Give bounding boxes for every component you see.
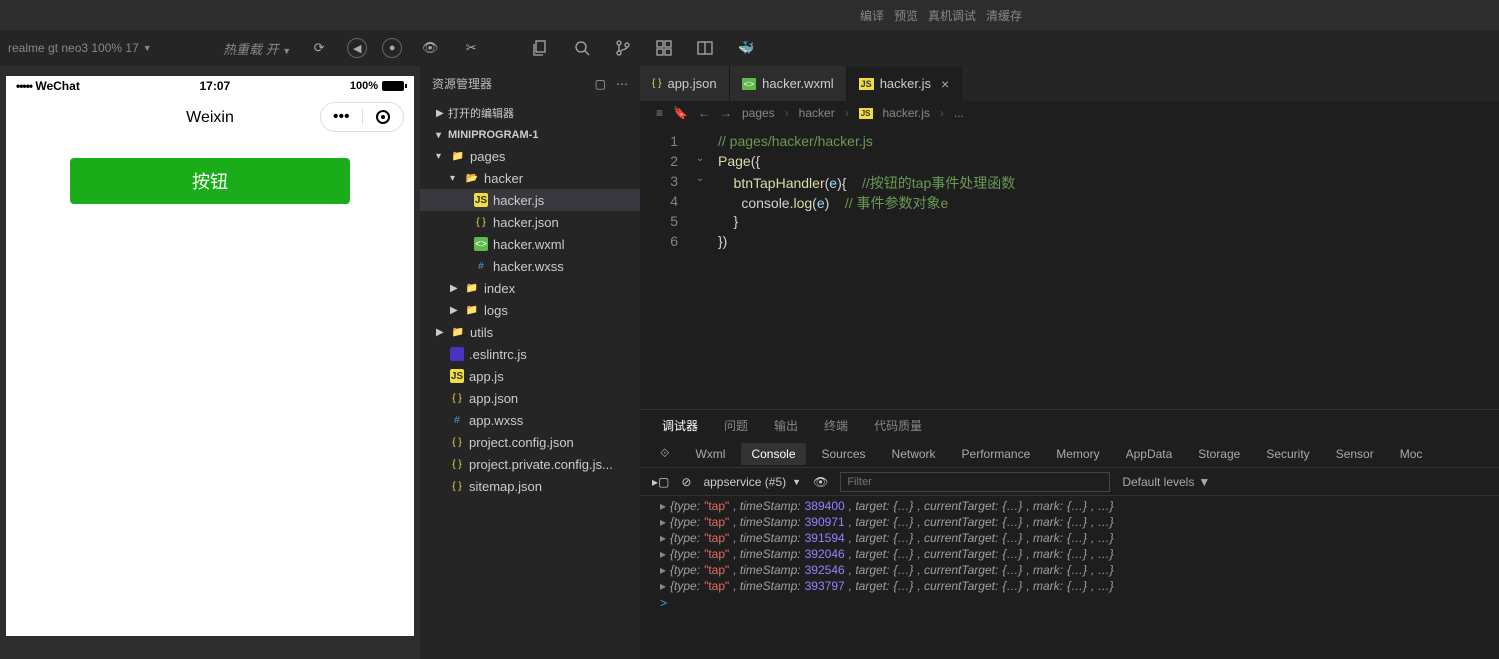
panel-tab-output[interactable]: 输出: [772, 417, 800, 434]
folder-utils[interactable]: ▶📁utils: [420, 321, 640, 343]
devtab-security[interactable]: Security: [1266, 447, 1309, 461]
branch-icon[interactable]: [610, 35, 636, 61]
nav-bar: Weixin •••: [6, 96, 414, 140]
panel-tab-debugger[interactable]: 调试器: [660, 417, 700, 434]
hot-reload-toggle[interactable]: 热重载 开 ▼: [223, 39, 291, 58]
tab-hacker-wxml[interactable]: <>hacker.wxml: [730, 66, 847, 101]
file-hacker-wxss[interactable]: #hacker.wxss: [420, 255, 640, 277]
more-icon[interactable]: ⋯: [616, 77, 628, 91]
refresh-icon[interactable]: ⟳: [306, 35, 332, 61]
explorer-title: 资源管理器: [432, 75, 492, 92]
log-line[interactable]: ▸{type: "tap", timeStamp: 391594, target…: [640, 530, 1499, 546]
panel-tab-quality[interactable]: 代码质量: [872, 417, 924, 434]
files-icon[interactable]: [528, 35, 554, 61]
close-icon[interactable]: ×: [941, 76, 949, 92]
explorer: 资源管理器 ▢ ⋯ ▶打开的编辑器 ▾MINIPROGRAM-1 ▾📁pages …: [420, 66, 640, 659]
search-icon[interactable]: [569, 35, 595, 61]
phone-frame: ••••• WeChat 17:07 100% Weixin ••• 按钮: [6, 76, 414, 636]
devtab-network[interactable]: Network: [892, 447, 936, 461]
nav-back-icon[interactable]: ←: [698, 106, 710, 120]
toolbar: realme gt neo3 100% 17▼ 热重载 开 ▼ ⟳ ◀ ● 👁 …: [0, 30, 1499, 66]
project-section[interactable]: ▾MINIPROGRAM-1: [420, 125, 640, 145]
log-line[interactable]: ▸{type: "tap", timeStamp: 393797, target…: [640, 578, 1499, 594]
open-editors-section[interactable]: ▶打开的编辑器: [420, 101, 640, 125]
file-hacker-wxml[interactable]: <>hacker.wxml: [420, 233, 640, 255]
extensions-icon[interactable]: [651, 35, 677, 61]
panel-tab-problems[interactable]: 问题: [722, 417, 750, 434]
tab-app-json[interactable]: { }app.json: [640, 66, 730, 101]
capsule: •••: [320, 102, 404, 132]
bookmark-icon[interactable]: 🔖: [673, 106, 688, 120]
device-select[interactable]: realme gt neo3 100% 17▼: [8, 41, 208, 55]
devtab-wxml[interactable]: Wxml: [695, 447, 725, 461]
nav-fwd-icon[interactable]: →: [720, 106, 732, 120]
capsule-more-icon[interactable]: •••: [321, 108, 362, 126]
file-project-private[interactable]: { }project.private.config.js...: [420, 453, 640, 475]
layout-icon[interactable]: [692, 35, 718, 61]
live-expr-icon[interactable]: 👁: [813, 475, 828, 489]
console-filter[interactable]: [840, 472, 1110, 492]
log-line[interactable]: ▸{type: "tap", timeStamp: 389400, target…: [640, 498, 1499, 514]
log-levels[interactable]: Default levels ▼: [1122, 475, 1210, 489]
devtab-appdata[interactable]: AppData: [1126, 447, 1173, 461]
devtab-memory[interactable]: Memory: [1056, 447, 1099, 461]
devtab-performance[interactable]: Performance: [962, 447, 1031, 461]
file-project-config[interactable]: { }project.config.json: [420, 431, 640, 453]
log-line[interactable]: ▸{type: "tap", timeStamp: 392546, target…: [640, 562, 1499, 578]
file-app-wxss[interactable]: #app.wxss: [420, 409, 640, 431]
console-icon[interactable]: ▢: [595, 77, 606, 91]
cut-icon[interactable]: ✂: [458, 35, 484, 61]
demo-button[interactable]: 按钮: [70, 158, 350, 204]
file-eslint[interactable]: .eslintrc.js: [420, 343, 640, 365]
context-select[interactable]: appservice (#5) ▼: [703, 475, 801, 489]
tab-hacker-js[interactable]: JShacker.js×: [847, 66, 963, 101]
devtab-storage[interactable]: Storage: [1198, 447, 1240, 461]
log-line[interactable]: ▸{type: "tap", timeStamp: 392046, target…: [640, 546, 1499, 562]
console-output[interactable]: ▸{type: "tap", timeStamp: 389400, target…: [640, 496, 1499, 659]
folder-hacker[interactable]: ▾📂hacker: [420, 167, 640, 189]
docker-icon[interactable]: 🐳: [733, 35, 759, 61]
clock: 17:07: [199, 79, 230, 93]
devtab-mock[interactable]: Moc: [1400, 447, 1423, 461]
inspect-icon[interactable]: ⟐: [660, 446, 669, 461]
devtab-sensor[interactable]: Sensor: [1336, 447, 1374, 461]
sidebar-toggle-icon[interactable]: ▸▢: [652, 475, 669, 489]
folder-index[interactable]: ▶📁index: [420, 277, 640, 299]
breadcrumb: ≡ 🔖 ← → pages› hacker› JShacker.js› ...: [640, 101, 1499, 125]
status-bar: ••••• WeChat 17:07 100%: [6, 76, 414, 96]
capsule-close-icon[interactable]: [363, 110, 404, 124]
debug-panel: 调试器 问题 输出 终端 代码质量 ⟐ Wxml Console Sources…: [640, 409, 1499, 659]
clear-console-icon[interactable]: ⊘: [681, 475, 691, 489]
back-icon[interactable]: ◀: [347, 38, 367, 58]
page-title: Weixin: [186, 109, 234, 127]
file-app-json[interactable]: { }app.json: [420, 387, 640, 409]
log-line[interactable]: ▸{type: "tap", timeStamp: 390971, target…: [640, 514, 1499, 530]
devtab-sources[interactable]: Sources: [822, 447, 866, 461]
file-sitemap[interactable]: { }sitemap.json: [420, 475, 640, 497]
file-hacker-json[interactable]: { }hacker.json: [420, 211, 640, 233]
folder-logs[interactable]: ▶📁logs: [420, 299, 640, 321]
file-hacker-js[interactable]: JShacker.js: [420, 189, 640, 211]
home-icon[interactable]: ●: [382, 38, 402, 58]
devtab-console[interactable]: Console: [741, 443, 805, 465]
panel-tab-terminal[interactable]: 终端: [822, 417, 850, 434]
file-app-js[interactable]: JSapp.js: [420, 365, 640, 387]
code-editor[interactable]: 123456 ⌄⌄ // pages/hacker/hacker.js Page…: [640, 125, 1499, 409]
folder-pages[interactable]: ▾📁pages: [420, 145, 640, 167]
menu-bar: 编译 预览 真机调试 清缓存: [0, 0, 1499, 30]
simulator-panel: ••••• WeChat 17:07 100% Weixin ••• 按钮: [0, 66, 420, 659]
eye-icon[interactable]: 👁: [417, 35, 443, 61]
file-tree: ▾📁pages ▾📂hacker JShacker.js { }hacker.j…: [420, 145, 640, 659]
list-icon[interactable]: ≡: [656, 106, 663, 120]
editor-tabs: { }app.json <>hacker.wxml JShacker.js×: [640, 66, 1499, 101]
